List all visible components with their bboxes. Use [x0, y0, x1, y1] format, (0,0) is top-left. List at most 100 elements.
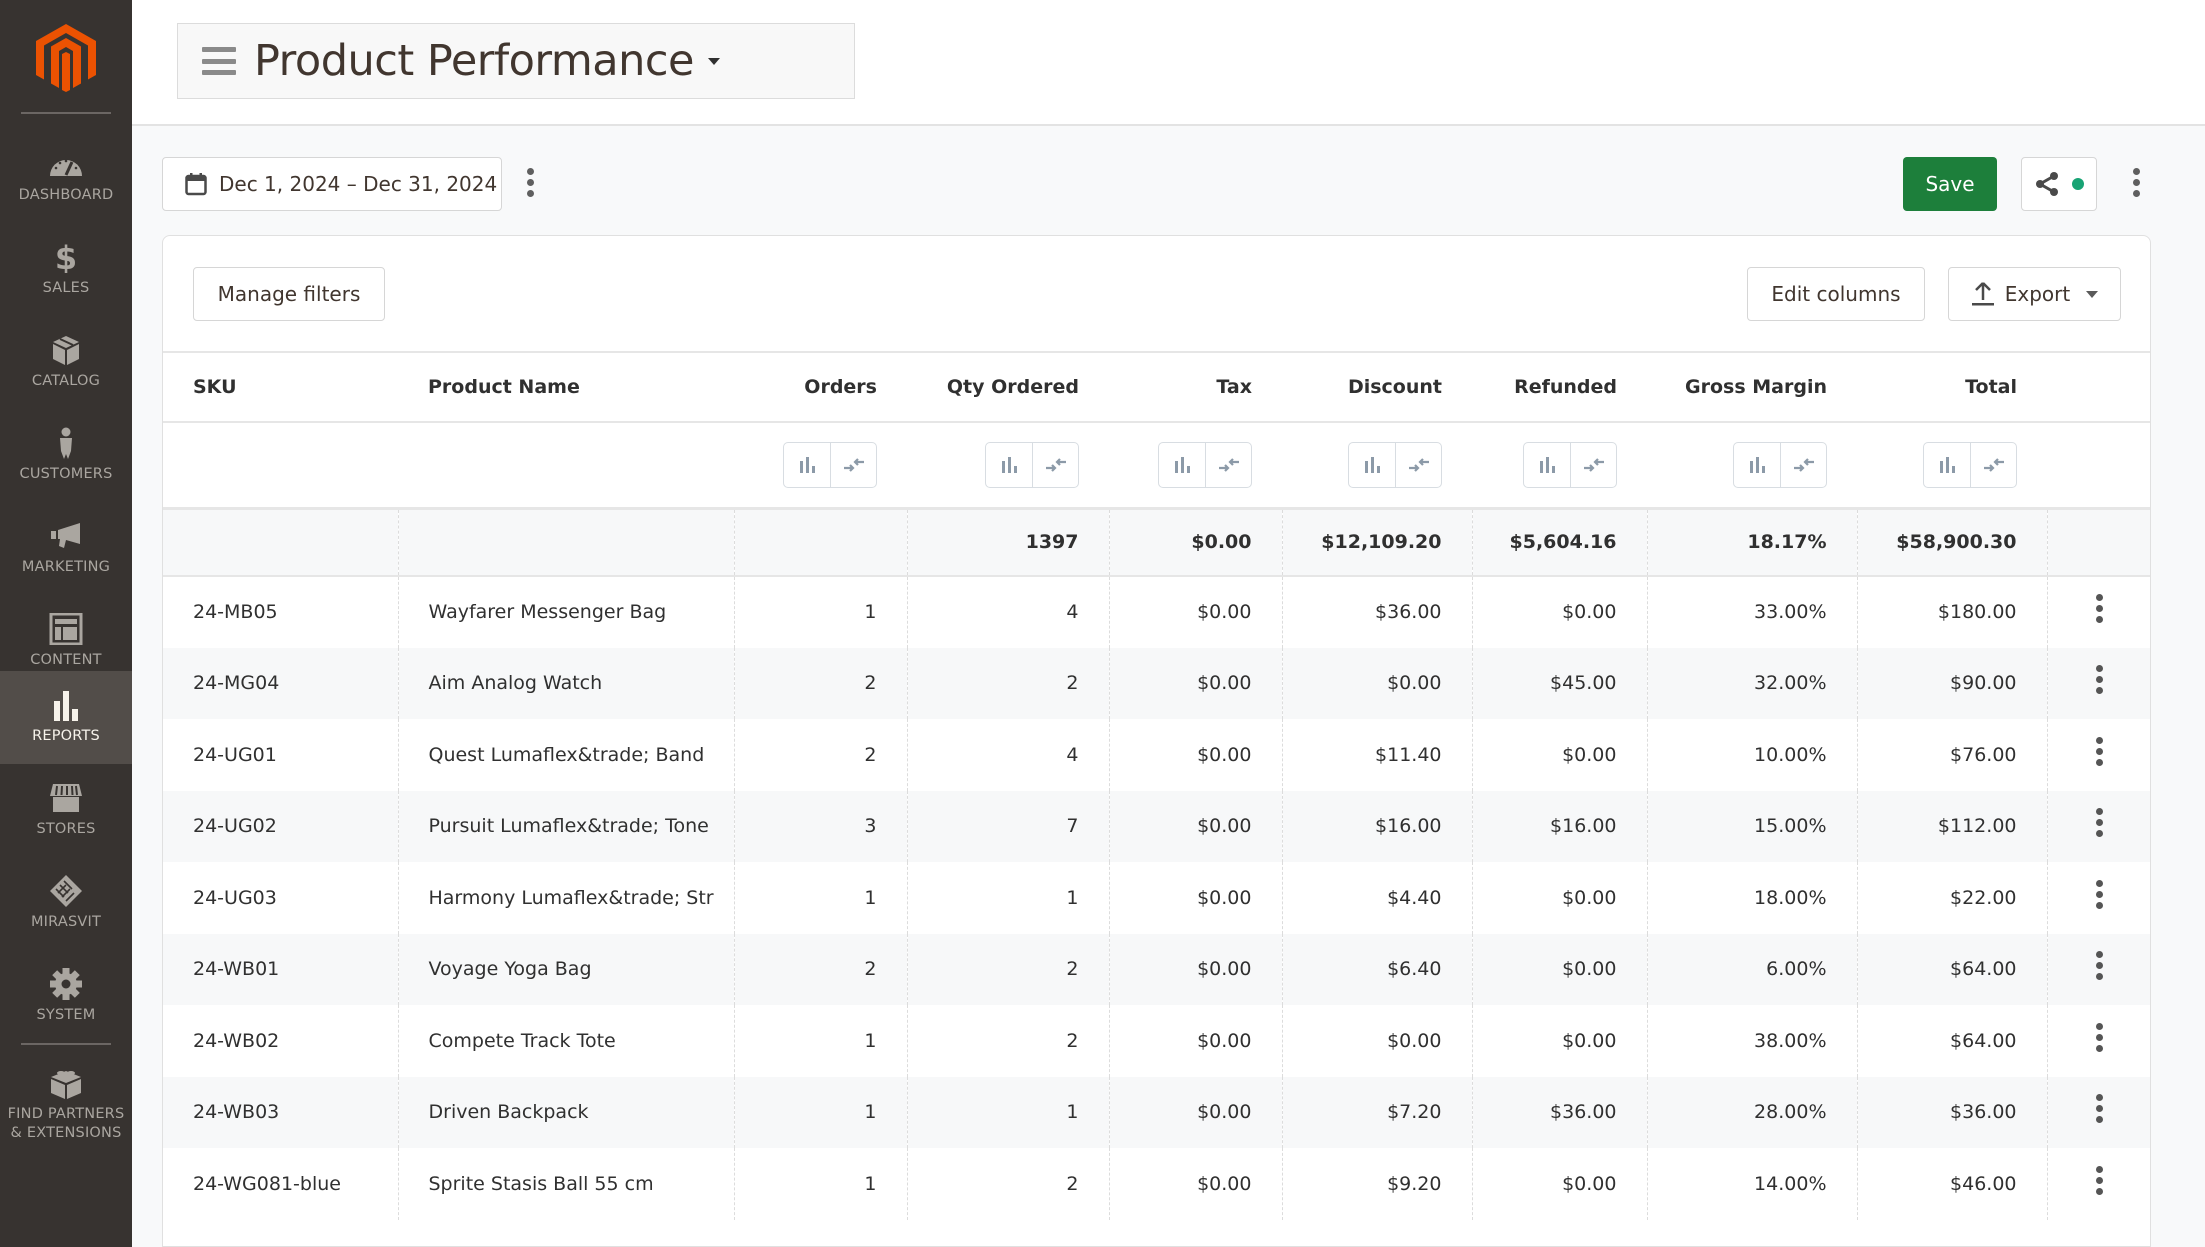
cell-total: $112.00 [1856, 790, 2047, 862]
compare-arrows-icon [1045, 457, 1066, 472]
compare-column-button[interactable] [1032, 442, 1078, 487]
cell-qty-ordered: 1 [906, 862, 1109, 934]
column-header-gross-margin[interactable]: Gross Margin [1647, 351, 1857, 423]
row-actions-menu-icon[interactable] [2096, 951, 2104, 981]
share-button[interactable] [2021, 157, 2097, 211]
cell-sku: 24-MG04 [163, 647, 398, 719]
sidebar-item-stores[interactable]: STORES [0, 764, 132, 857]
report-selector[interactable]: Product Performance [177, 23, 855, 99]
column-header-orders[interactable]: Orders [734, 351, 907, 423]
chart-column-button[interactable] [986, 443, 1032, 487]
date-range-picker[interactable]: Dec 1, 2024 – Dec 31, 2024 [162, 157, 502, 211]
cell-actions [2046, 647, 2150, 719]
chart-column-button[interactable] [1159, 443, 1205, 487]
total-refunded: $5,604.16 [1471, 508, 1647, 577]
row-actions-menu-icon[interactable] [2096, 879, 2104, 909]
column-header-tax[interactable]: Tax [1109, 351, 1282, 423]
cell-sku: 24-UG03 [193, 886, 277, 909]
date-options-menu-icon[interactable] [520, 162, 540, 202]
column-tools-row [163, 422, 2150, 510]
sidebar-item-catalog[interactable]: CATALOG [0, 316, 132, 409]
compare-arrows-icon [1218, 457, 1239, 472]
cell-sku: 24-WB03 [163, 1076, 398, 1148]
cell-refunded: $0.00 [1471, 862, 1647, 934]
bar-chart-icon [1540, 456, 1555, 473]
compare-column-button[interactable] [1395, 442, 1441, 487]
row-actions-menu-icon[interactable] [2096, 736, 2104, 766]
sidebar-item-label: MIRASVIT [30, 914, 102, 930]
compare-column-button[interactable] [1970, 442, 2016, 487]
compare-column-button[interactable] [1570, 442, 1616, 487]
cell-tax: $0.00 [1108, 1076, 1282, 1148]
report-card: Manage filters Edit columns Export SKU P… [162, 235, 2151, 1247]
compare-column-button[interactable] [830, 442, 876, 487]
column-tools [985, 441, 1079, 488]
column-tools [1158, 441, 1252, 488]
sidebar-item-dashboard[interactable]: DASHBOARD [0, 130, 132, 223]
save-button[interactable]: Save [1903, 157, 1997, 211]
chart-column-button[interactable] [784, 443, 830, 487]
manage-filters-button[interactable]: Manage filters [193, 267, 385, 321]
chart-column-button[interactable] [1524, 443, 1570, 487]
bar-chart-icon [1175, 456, 1190, 473]
magento-logo-icon[interactable] [36, 24, 96, 92]
table-row[interactable]: 24-WB01 Voyage Yoga Bag 2 2 $0.00 $6.40 … [163, 933, 2150, 1005]
row-actions-menu-icon[interactable] [2096, 1022, 2104, 1052]
total-gross-margin: 18.17% [1646, 508, 1857, 577]
admin-sidebar: DASHBOARD $ SALES CATALOG CUSTOMERS MARK… [0, 0, 132, 1247]
cell-product-name: Driven Backpack [397, 1076, 734, 1148]
caret-down-icon [2086, 290, 2099, 298]
column-header-qty-ordered[interactable]: Qty Ordered [907, 351, 1109, 423]
cell-total: $46.00 [1856, 1148, 2047, 1220]
row-actions-menu-icon[interactable] [2096, 808, 2104, 838]
column-header-total[interactable]: Total [1857, 351, 2047, 423]
cell-total: $36.00 [1856, 1076, 2047, 1148]
chart-column-button[interactable] [1734, 443, 1780, 487]
column-header-product-name[interactable]: Product Name [398, 351, 734, 423]
cell-refunded: $16.00 [1471, 790, 1647, 862]
table-row[interactable]: 24-WG081-blue Sprite Stasis Ball 55 cm 1… [163, 1148, 2150, 1220]
cell-product-name: Sprite Stasis Ball 55 cm [397, 1148, 734, 1220]
table-row[interactable]: 24-WB02 Compete Track Tote 1 2 $0.00 $0.… [163, 1005, 2150, 1077]
dollar-icon: $ [55, 241, 77, 273]
sidebar-item-marketing[interactable]: MARKETING [0, 502, 132, 595]
table-row[interactable]: 24-UG02 Pursuit Lumaflex&trade; Tone 3 7… [163, 790, 2150, 862]
column-header-discount[interactable]: Discount [1282, 351, 1472, 423]
column-tools [1523, 441, 1617, 488]
report-table: SKU Product Name Orders Qty Ordered Tax … [163, 351, 2150, 1220]
chart-column-button[interactable] [1349, 443, 1395, 487]
cell-discount: $16.00 [1281, 790, 1472, 862]
cell-discount: $36.00 [1281, 576, 1472, 648]
edit-columns-button[interactable]: Edit columns [1747, 267, 1925, 321]
table-row[interactable]: 24-UG03 Harmony Lumaflex&trade; Str 1 1 … [163, 862, 2150, 934]
cell-product-name: Harmony Lumaflex&trade; Str [397, 862, 734, 934]
row-actions-menu-icon[interactable] [2096, 1165, 2104, 1195]
compare-column-button[interactable] [1780, 442, 1826, 487]
row-actions-menu-icon[interactable] [2096, 594, 2104, 624]
cell-tax: $0.00 [1108, 647, 1282, 719]
chart-column-button[interactable] [1924, 443, 1970, 487]
column-header-refunded[interactable]: Refunded [1472, 351, 1647, 423]
compare-column-button[interactable] [1205, 442, 1251, 487]
sidebar-item-label: SALES [42, 280, 90, 296]
export-button[interactable]: Export [1948, 267, 2121, 321]
sidebar-item-mirasvit[interactable]: MIRASVIT [0, 857, 132, 950]
page-options-menu-icon[interactable] [2126, 162, 2146, 202]
table-row[interactable]: 24-MG04 Aim Analog Watch 2 2 $0.00 $0.00… [163, 647, 2150, 719]
table-row[interactable]: 24-UG01 Quest Lumaflex&trade; Band 2 4 $… [163, 719, 2150, 791]
table-row[interactable]: 24-WB03 Driven Backpack 1 1 $0.00 $7.20 … [163, 1076, 2150, 1148]
upload-icon [1971, 282, 1994, 306]
table-header-row: SKU Product Name Orders Qty Ordered Tax … [163, 351, 2150, 423]
sidebar-item-find-partners[interactable]: FIND PARTNERS & EXTENSIONS [0, 1050, 132, 1160]
row-actions-menu-icon[interactable] [2096, 1094, 2104, 1124]
cell-tax: $0.00 [1108, 862, 1282, 934]
sidebar-item-system[interactable]: SYSTEM [0, 950, 132, 1043]
sidebar-item-sales[interactable]: $ SALES [0, 223, 132, 316]
sidebar-item-customers[interactable]: CUSTOMERS [0, 409, 132, 502]
row-actions-menu-icon[interactable] [2096, 665, 2104, 695]
column-header-sku[interactable]: SKU [163, 351, 398, 423]
cell-actions [2046, 1148, 2150, 1220]
cell-actions [2046, 1005, 2150, 1077]
table-row[interactable]: 24-MB05 Wayfarer Messenger Bag 1 4 $0.00… [163, 576, 2150, 648]
sidebar-item-reports[interactable]: REPORTS [0, 671, 132, 764]
